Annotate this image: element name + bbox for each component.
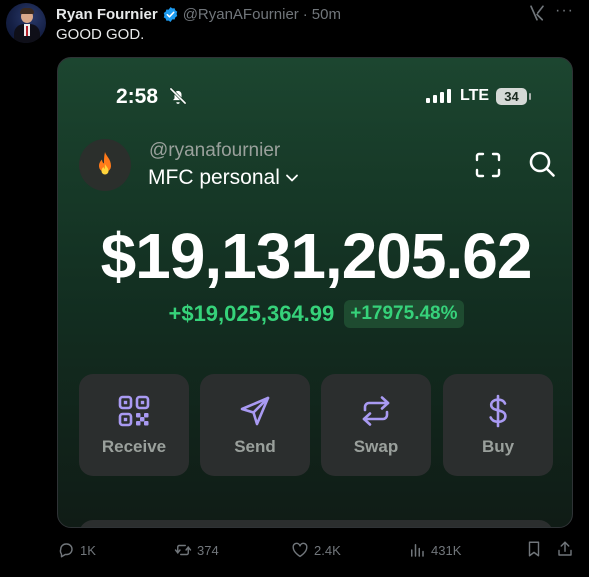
swap-button[interactable]: Swap bbox=[321, 374, 431, 476]
views-button[interactable]: 431K bbox=[408, 541, 461, 559]
search-icon[interactable] bbox=[528, 150, 556, 178]
swap-icon bbox=[362, 396, 390, 426]
tweet-text: GOOD GOD. bbox=[56, 26, 145, 43]
buy-label: Buy bbox=[481, 437, 515, 456]
views-chart-icon bbox=[411, 544, 424, 557]
reply-icon bbox=[59, 543, 73, 558]
verified-badge-icon bbox=[163, 6, 177, 22]
bell-muted-icon bbox=[169, 87, 187, 105]
account-username: @ryanafournier bbox=[149, 140, 281, 161]
author-handle[interactable]: @RyanAFournier bbox=[183, 6, 299, 23]
view-count: 431K bbox=[431, 542, 462, 558]
wallet-balance: $19,131,205.62 bbox=[100, 220, 533, 292]
heart-icon bbox=[292, 542, 308, 558]
send-icon bbox=[240, 396, 270, 426]
scan-icon[interactable] bbox=[475, 152, 501, 178]
author-avatar[interactable] bbox=[6, 3, 46, 43]
repost-icon bbox=[174, 544, 192, 556]
author-name[interactable]: Ryan Fournier bbox=[56, 6, 158, 23]
change-amount: +$19,025,364.99 bbox=[168, 301, 335, 326]
repost-count: 374 bbox=[197, 542, 219, 558]
account-avatar[interactable] bbox=[79, 139, 131, 191]
tweet-time[interactable]: 50m bbox=[312, 6, 341, 23]
share-icon[interactable] bbox=[556, 540, 574, 558]
network-type: LTE bbox=[460, 87, 490, 104]
reply-button[interactable]: 1K bbox=[57, 541, 96, 559]
send-button[interactable]: Send bbox=[200, 374, 310, 476]
like-count: 2.4K bbox=[314, 542, 341, 558]
balance-change: +$19,025,364.99 +17975.48% bbox=[58, 300, 572, 328]
chevron-down-icon bbox=[285, 174, 298, 182]
buy-button[interactable]: Buy bbox=[443, 374, 553, 476]
more-options-icon[interactable]: ··· bbox=[555, 2, 574, 20]
swap-label: Swap bbox=[353, 437, 399, 456]
next-card-edge bbox=[79, 520, 553, 527]
dollar-icon bbox=[489, 394, 507, 428]
battery-icon: 34 bbox=[496, 87, 532, 106]
account-name: MFC personal bbox=[148, 166, 280, 189]
reply-count: 1K bbox=[80, 542, 96, 558]
bookmark-icon[interactable] bbox=[525, 540, 543, 558]
fire-icon bbox=[99, 152, 111, 175]
tweet-header: Ryan Fournier @RyanAFournier · 50m bbox=[56, 4, 341, 24]
send-label: Send bbox=[234, 437, 276, 456]
change-percent-badge: +17975.48% bbox=[344, 300, 464, 328]
status-time: 2:58 bbox=[116, 85, 159, 108]
signal-bars-icon bbox=[426, 89, 451, 103]
grok-icon[interactable] bbox=[528, 4, 546, 22]
like-button[interactable]: 2.4K bbox=[291, 541, 341, 559]
receive-button[interactable]: Receive bbox=[79, 374, 189, 476]
qr-code-icon bbox=[118, 395, 150, 427]
repost-button[interactable]: 374 bbox=[174, 541, 219, 559]
receive-label: Receive bbox=[101, 437, 167, 456]
tweet-image[interactable]: 2:58 LTE 34 @ryanafournier MFC personal … bbox=[57, 57, 573, 528]
battery-level: 34 bbox=[496, 88, 527, 105]
separator-dot: · bbox=[302, 5, 308, 23]
account-selector[interactable]: MFC personal bbox=[148, 166, 299, 190]
